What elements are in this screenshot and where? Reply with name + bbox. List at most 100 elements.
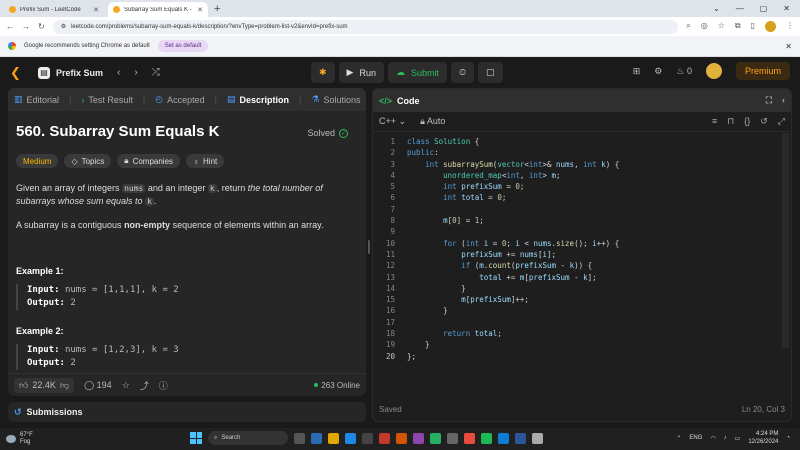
reload-icon[interactable]: ↻ <box>38 22 45 31</box>
task-view-icon[interactable] <box>294 432 305 444</box>
new-tab-icon[interactable]: + <box>214 2 220 17</box>
tray-chevron-icon[interactable]: ⌃ <box>676 435 681 442</box>
app-icon[interactable] <box>311 432 322 444</box>
auto-mode[interactable]: 🔒︎ Auto <box>420 116 445 127</box>
windows-start-icon[interactable] <box>190 432 202 444</box>
help-icon[interactable]: ⓘ <box>159 379 168 392</box>
file-explorer-icon[interactable] <box>328 432 339 444</box>
edge-icon[interactable] <box>345 432 356 444</box>
extensions-icon[interactable]: ⧉ <box>735 21 741 32</box>
app-icon[interactable] <box>464 432 475 444</box>
code-editor[interactable]: 1 class Solution { 2 public: 3 int subarra… <box>373 132 791 362</box>
debug-button[interactable]: ✱ <box>311 62 335 83</box>
code-line: 16 } <box>385 306 448 316</box>
layout-icon[interactable]: ⊞ <box>633 66 641 77</box>
problem-footer: 👍︎ 22.4K 👎︎ ◯ 194 ☆ ⤴ ⓘ 263 Online <box>8 373 366 396</box>
thumbs-down-icon[interactable]: 👎︎ <box>60 380 69 391</box>
share-icon[interactable]: ⤴ <box>140 379 149 392</box>
battery-icon[interactable]: ▭ <box>735 435 741 442</box>
favorite-star-icon[interactable]: ☆ <box>122 380 130 391</box>
tab-editorial[interactable]: ▥ Editorial <box>14 94 59 105</box>
run-button[interactable]: ▶ Run <box>338 62 384 83</box>
streak-counter[interactable]: ♨ 0 <box>676 66 692 77</box>
panel-resize-handle[interactable] <box>368 240 370 254</box>
wifi-icon[interactable]: ◠ <box>710 435 715 442</box>
back-icon[interactable]: ← <box>6 22 14 31</box>
app-icon[interactable] <box>379 432 390 444</box>
tab-test-result[interactable]: › Test Result <box>81 95 133 105</box>
hint-chip[interactable]: ♁ Hint <box>186 154 225 168</box>
sidepanel-icon[interactable]: ▯ <box>751 21 755 32</box>
chrome-taskbar-icon[interactable] <box>430 432 441 444</box>
companies-chip[interactable]: 🔒︎ Companies <box>117 154 181 168</box>
topics-chip[interactable]: ◇ Topics <box>64 154 112 168</box>
header-right: ⊞ ⚙ ♨ 0 Premium <box>633 62 790 80</box>
expand-icon[interactable]: ⤢ <box>778 116 785 127</box>
menu-icon[interactable]: ⋮ <box>786 21 794 32</box>
close-tab-icon[interactable]: ✕ <box>93 6 99 14</box>
chrome-active-icon[interactable] <box>532 432 543 444</box>
browser-tab-subarray-sum[interactable]: Subarray Sum Equals K - LeetC ✕ <box>108 2 208 17</box>
reset-icon[interactable]: ↺ <box>760 116 768 127</box>
word-icon[interactable] <box>515 432 526 444</box>
premium-button[interactable]: Premium <box>735 62 790 80</box>
user-avatar[interactable] <box>705 63 722 79</box>
app-icon[interactable] <box>447 432 458 444</box>
profile-avatar[interactable] <box>765 21 776 32</box>
language-indicator[interactable]: ENG <box>689 435 702 441</box>
bookmark-icon[interactable]: ⊓ <box>727 116 734 127</box>
format-icon[interactable]: ≡ <box>712 116 717 127</box>
app-icon[interactable] <box>362 432 373 444</box>
submit-button[interactable]: ☁ Submit <box>387 62 447 83</box>
next-problem-icon[interactable]: › <box>134 67 137 78</box>
eye-off-icon[interactable]: ◎ <box>701 21 708 32</box>
timer-button[interactable]: ⏲ <box>451 62 475 83</box>
code-line: 6 int total = 0; <box>390 193 507 203</box>
desc-text: , return <box>216 183 248 193</box>
shuffle-icon[interactable]: ⤮ <box>152 67 160 78</box>
problem-list-icon[interactable]: ▤ <box>38 66 50 79</box>
desc-text: Given an array of integers <box>16 183 123 193</box>
editor-scrollbar[interactable] <box>782 133 789 348</box>
zoom-icon[interactable]: ⌕ <box>686 21 690 32</box>
prev-problem-icon[interactable]: ‹ <box>117 67 120 78</box>
site-info-icon[interactable]: ⚙ <box>61 23 66 30</box>
tab-description[interactable]: ▤ Description <box>227 94 289 105</box>
settings-gear-icon[interactable]: ⚙ <box>654 66 662 77</box>
spotify-icon[interactable] <box>481 432 492 444</box>
language-select[interactable]: C++ ⌄ <box>379 116 406 127</box>
tab-label: Accepted <box>167 94 205 105</box>
browser-tab-prefix-sum[interactable]: Prefix Sum - LeetCode ✕ <box>4 2 104 17</box>
maximize-icon[interactable]: ▢ <box>760 4 768 13</box>
app-icon[interactable] <box>396 432 407 444</box>
notes-button[interactable]: ▢ <box>478 62 503 83</box>
close-window-icon[interactable]: ✕ <box>783 4 790 13</box>
fullscreen-icon[interactable]: ⛶ <box>766 95 772 106</box>
app-icon[interactable] <box>413 432 424 444</box>
vscode-icon[interactable] <box>498 432 509 444</box>
close-tab-icon[interactable]: ✕ <box>197 6 203 14</box>
tab-solutions[interactable]: ⚗ Solutions <box>311 94 360 105</box>
problem-list-title[interactable]: Prefix Sum <box>56 68 103 78</box>
collapse-icon[interactable]: ‹ <box>782 95 785 106</box>
leetcode-logo-icon[interactable]: ❮ <box>10 65 24 81</box>
clock[interactable]: 4:24 PM 12/26/2024 <box>748 430 778 446</box>
weather-widget[interactable]: 67°F Fog <box>6 432 33 446</box>
close-infobar-icon[interactable]: ✕ <box>785 42 792 51</box>
set-default-button[interactable]: Set as default <box>157 40 209 52</box>
braces-icon[interactable]: {} <box>744 116 750 127</box>
submissions-bar[interactable]: ↺ Submissions <box>8 402 366 422</box>
comments-button[interactable]: ◯ 194 <box>84 380 112 391</box>
minimize-icon[interactable]: — <box>736 4 744 13</box>
saved-status: Saved <box>379 405 402 414</box>
like-button[interactable]: 👍︎ 22.4K 👎︎ <box>14 377 75 393</box>
desc-text: and an integer <box>145 183 208 193</box>
volume-icon[interactable]: ♪ <box>724 435 727 441</box>
bookmark-star-icon[interactable]: ☆ <box>718 21 725 32</box>
tab-accepted[interactable]: ◴ Accepted <box>155 94 204 105</box>
address-bar[interactable]: ⚙ leetcode.com/problems/subarray-sum-equ… <box>52 19 679 34</box>
forward-icon[interactable]: → <box>22 22 30 31</box>
tab-search-icon[interactable]: ⌄ <box>713 4 720 13</box>
notification-icon[interactable]: ◔ <box>786 435 790 441</box>
taskbar-search[interactable]: ⌕ Search <box>208 431 288 445</box>
